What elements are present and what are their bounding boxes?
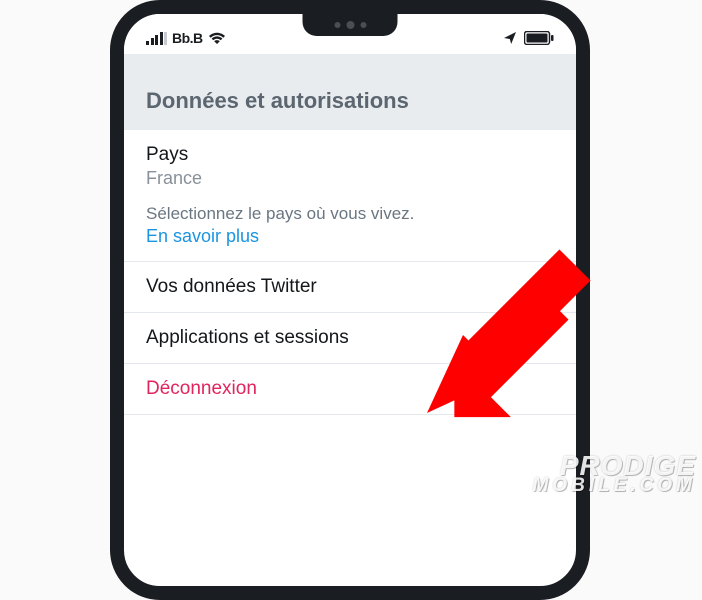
country-label: Pays (146, 144, 554, 166)
settings-item-your-data[interactable]: Vos données Twitter (124, 262, 576, 313)
phone-notch (303, 14, 398, 36)
item-label: Déconnexion (146, 378, 554, 400)
battery-icon (524, 31, 554, 45)
settings-item-apps-sessions[interactable]: Applications et sessions (124, 313, 576, 364)
phone-frame: Bb.B Données et autorisations Pays Franc… (110, 0, 590, 600)
signal-icon (146, 32, 167, 45)
carrier-label: Bb.B (172, 30, 203, 46)
item-label: Vos données Twitter (146, 276, 554, 298)
settings-item-logout[interactable]: Déconnexion (124, 364, 576, 415)
wifi-icon (208, 31, 226, 45)
settings-item-country[interactable]: Pays France Sélectionnez le pays où vous… (124, 130, 576, 262)
section-header: Données et autorisations (124, 54, 576, 130)
location-icon (503, 31, 517, 45)
item-label: Applications et sessions (146, 327, 554, 349)
section-title: Données et autorisations (146, 88, 554, 114)
country-value: France (146, 168, 554, 189)
learn-more-link[interactable]: En savoir plus (146, 226, 554, 247)
country-description: Sélectionnez le pays où vous vivez. (146, 203, 554, 226)
